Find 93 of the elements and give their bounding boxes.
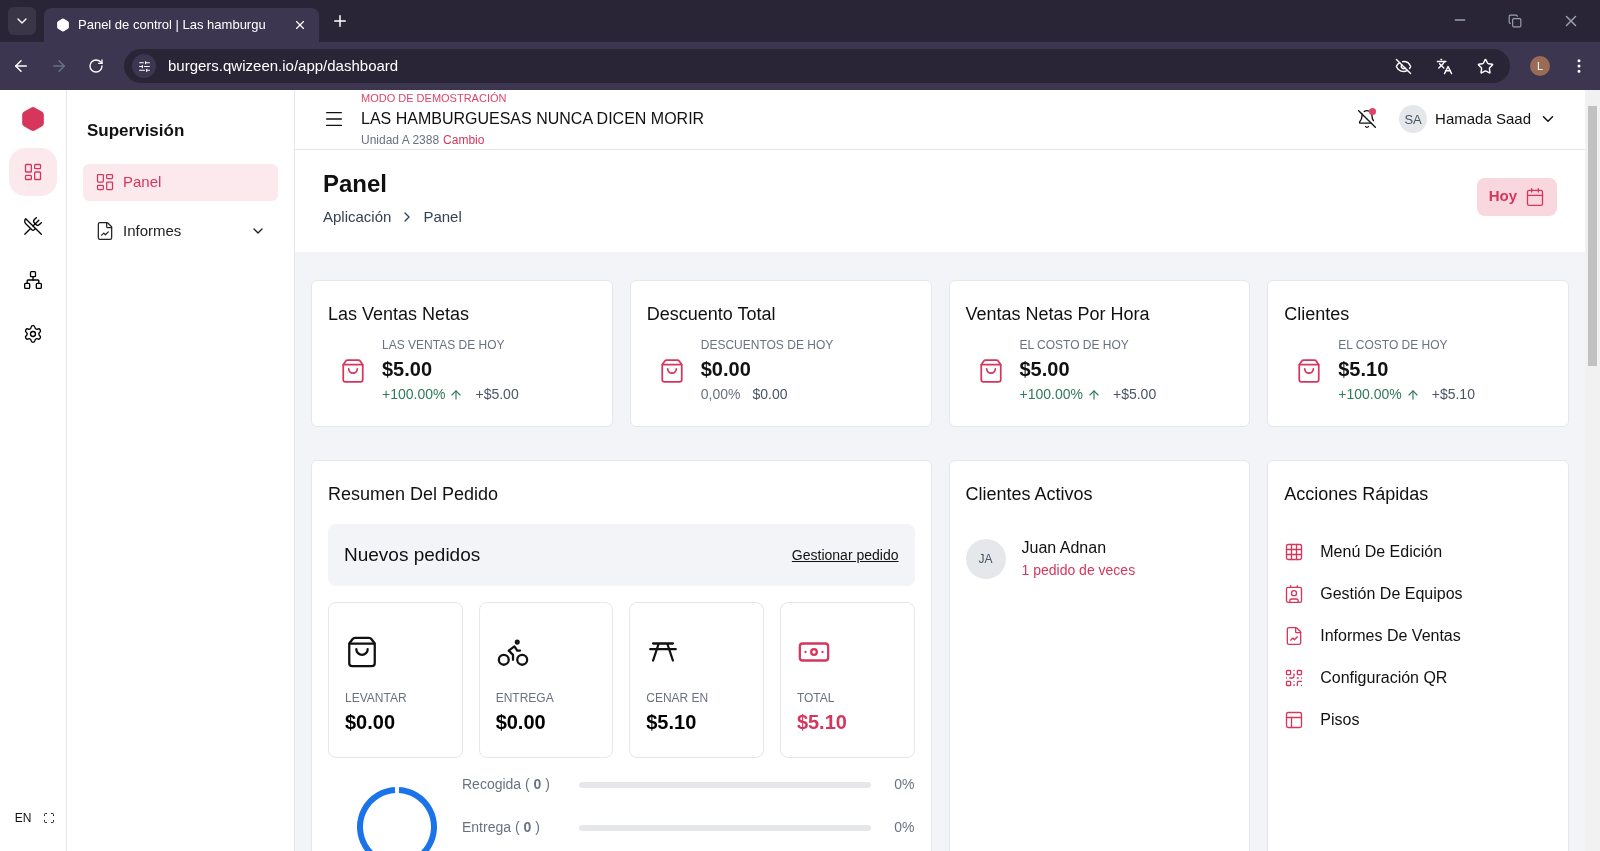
layout-icon — [1284, 710, 1305, 730]
stat-caption: EL COSTO DE HOY — [1338, 337, 1449, 354]
language-label[interactable]: EN — [10, 809, 36, 827]
stat-value: $5.00 — [382, 357, 434, 382]
translate-icon[interactable] — [1436, 57, 1453, 75]
change-amount: $0.00 — [752, 385, 788, 404]
stat-title: Clientes — [1284, 303, 1351, 326]
fork-knife-icon — [23, 216, 43, 236]
stat-value: $5.00 — [1019, 357, 1071, 382]
quick-action-link[interactable]: Pisos — [1284, 708, 1552, 732]
banner-title: Nuevos pedidos — [344, 542, 481, 567]
breadcrumb-item: Panel — [423, 206, 462, 227]
calendar-icon — [1525, 186, 1545, 207]
change-amount: +$5.00 — [1112, 385, 1157, 404]
manage-order-link[interactable]: Gestionar pedido — [791, 544, 899, 566]
tile-value: $5.10 — [646, 710, 698, 735]
tile-label: TOTAL — [796, 690, 836, 707]
dashboard-icon — [95, 172, 115, 192]
client-orders: 1 pedido de veces — [1021, 561, 1136, 580]
back-icon[interactable] — [12, 57, 30, 75]
bell-off-icon — [1357, 109, 1378, 130]
bookmark-star-icon[interactable] — [1477, 57, 1494, 75]
id-card-icon — [1284, 584, 1305, 604]
tab-title: Panel de control | Las hamburgu — [78, 16, 267, 35]
stat-title: Ventas Netas Por Hora — [965, 303, 1151, 326]
reload-icon[interactable] — [88, 58, 104, 74]
url-text: burgers.qwizeen.io/app/dashboard — [168, 55, 399, 76]
site-favicon-icon — [56, 18, 70, 32]
quick-action-link[interactable]: Informes De Ventas — [1284, 624, 1552, 648]
shopping-bag-icon — [345, 635, 379, 669]
page-title: Panel — [323, 168, 389, 199]
address-bar[interactable]: burgers.qwizeen.io/app/dashboard — [124, 49, 1510, 83]
grid-icon — [1284, 542, 1305, 562]
quick-action-link[interactable]: Configuración QR — [1284, 666, 1552, 690]
tile-value: $0.00 — [345, 710, 397, 735]
restore-icon[interactable] — [1508, 14, 1522, 28]
eye-slash-icon[interactable] — [1395, 57, 1412, 75]
change-percent: +100.00% — [1019, 385, 1083, 404]
profile-avatar[interactable]: L — [1530, 56, 1550, 76]
card-title: Acciones Rápidas — [1284, 483, 1430, 506]
progress-reading: 0% — [893, 818, 915, 837]
dashboard-icon — [23, 162, 43, 182]
stat-caption: DESCUENTOS DE HOY — [700, 337, 834, 354]
tab-list-button[interactable] — [8, 7, 36, 35]
quick-action-link[interactable]: Menú De Edición — [1284, 540, 1552, 564]
change-percent: 0,00% — [700, 385, 741, 404]
card-title: Clientes Activos — [965, 483, 1094, 506]
stat-title: Las Ventas Netas — [328, 303, 471, 326]
user-name[interactable]: Hamada Saad — [1435, 108, 1531, 131]
report-icon — [95, 221, 115, 241]
tile-value: $0.00 — [495, 710, 547, 735]
stat-value: $0.00 — [700, 357, 752, 382]
network-icon — [23, 270, 43, 290]
change-percent: +100.00% — [382, 385, 446, 404]
logo-icon — [20, 106, 46, 132]
shopping-bag-icon — [977, 357, 1004, 384]
shopping-bag-icon — [340, 357, 366, 384]
progress-reading: 0% — [893, 775, 915, 794]
stat-caption: EL COSTO DE HOY — [1019, 337, 1130, 354]
change-amount: +$5.00 — [475, 385, 519, 404]
change-amount: +$5.10 — [1431, 385, 1475, 404]
qr-code-icon — [1284, 668, 1305, 688]
tile-label: LEVANTAR — [345, 690, 408, 707]
stat-value: $5.10 — [1338, 357, 1390, 382]
change-percent: +100.00% — [1338, 385, 1402, 404]
sidebar-item[interactable]: Informes — [83, 212, 278, 250]
shopping-bag-icon — [1296, 357, 1323, 384]
sidebar-title: Supervisión — [86, 120, 186, 142]
user-avatar[interactable]: SA — [1399, 105, 1428, 134]
progress-label: Entrega ( 0 ) — [462, 818, 541, 837]
store-name: LAS HAMBURGUESAS NUNCA DICEN MORIR — [361, 108, 705, 129]
shopping-bag-icon — [658, 357, 685, 384]
new-tab-icon[interactable] — [331, 12, 349, 30]
browser-tab[interactable]: Panel de control | Las hamburgu — [44, 8, 319, 42]
tile-label: ENTREGA — [495, 690, 555, 707]
client-avatar: JA — [965, 538, 1006, 579]
site-settings-icon[interactable] — [132, 54, 156, 78]
card-title: Resumen Del Pedido — [328, 483, 500, 506]
scan-icon[interactable] — [43, 812, 56, 824]
close-tab-icon[interactable] — [293, 18, 307, 32]
client-name: Juan Adnan — [1021, 538, 1108, 558]
sidebar-item[interactable]: Panel — [83, 163, 278, 201]
breadcrumb-item[interactable]: Aplicación — [323, 205, 392, 228]
unit-label: Unidad A 2388 — [361, 131, 440, 149]
stat-caption: LAS VENTAS DE HOY — [382, 337, 506, 354]
progress-label: Recogida ( 0 ) — [462, 775, 551, 794]
change-link[interactable]: Cambio — [443, 130, 485, 149]
settings-icon — [23, 324, 43, 344]
demo-mode-label: MODO DE DEMOSTRACIÓN — [361, 91, 508, 106]
tile-value: $5.10 — [796, 710, 848, 735]
stat-title: Descuento Total — [646, 303, 777, 326]
tile-label: CENAR EN — [646, 690, 710, 707]
quick-action-link[interactable]: Gestión De Equipos — [1284, 582, 1552, 606]
